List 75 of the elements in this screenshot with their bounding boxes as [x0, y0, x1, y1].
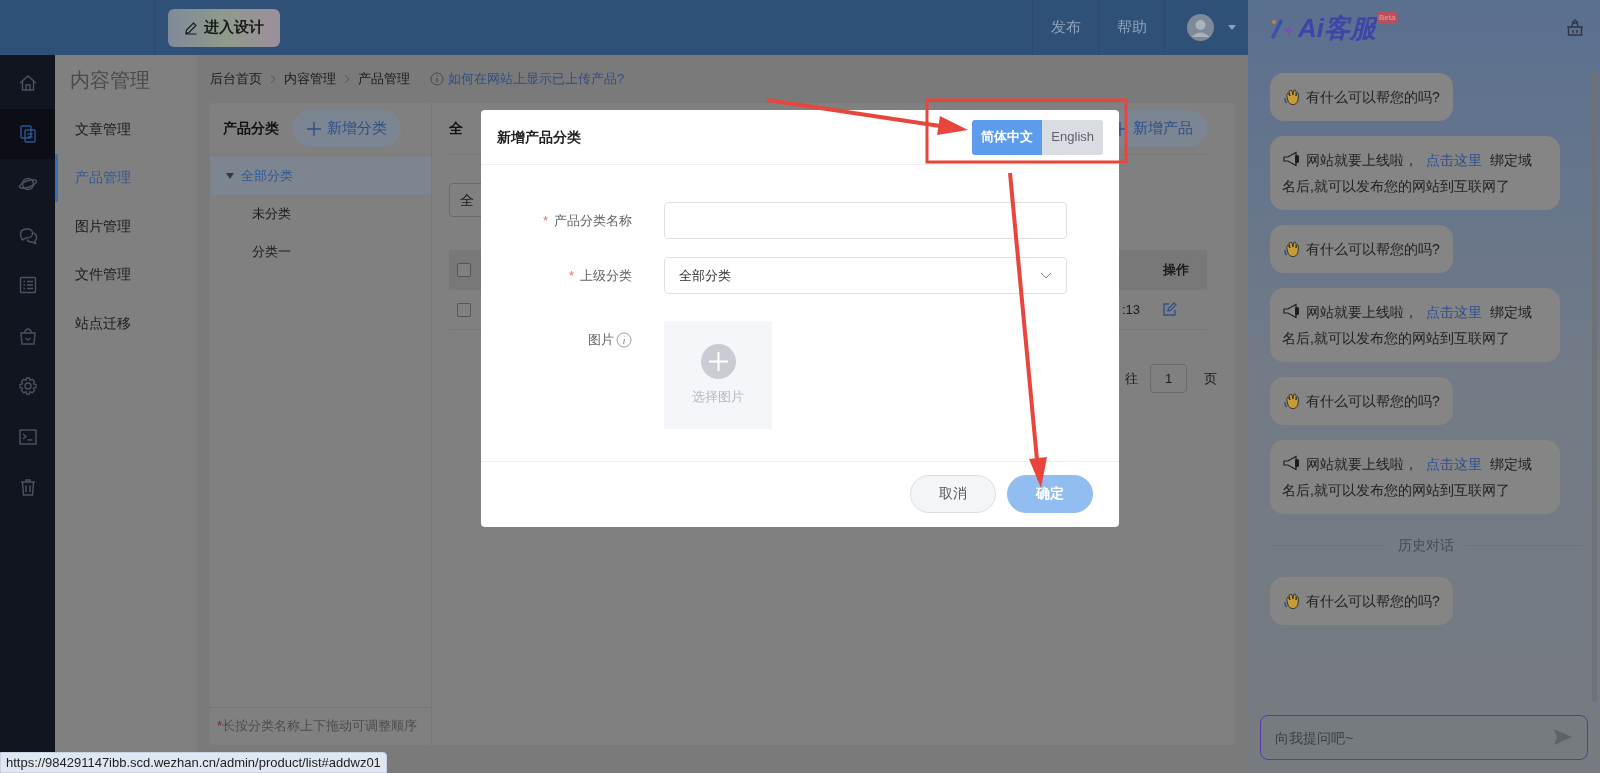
megaphone-icon [1282, 454, 1300, 472]
chevron-icon [270, 74, 276, 84]
waving-hand-icon [1283, 392, 1301, 410]
sidebar-item[interactable]: 站点迁移 [55, 299, 197, 348]
nav-link[interactable]: 帮助 [1098, 0, 1164, 55]
chat-message: 有什么可以帮您的吗? [1306, 87, 1440, 107]
pencil-icon [184, 20, 198, 35]
chat-link[interactable]: 点击这里 [1426, 152, 1482, 168]
send-icon [1554, 729, 1572, 745]
home-icon [17, 73, 38, 94]
caret-down-icon [226, 173, 234, 179]
required-mark: * [568, 266, 574, 285]
chat-message: 网站就要上线啦， 点击这里 绑定域名后,就可以发布您的网站到互联网了 [1282, 453, 1533, 500]
bag-icon [17, 325, 38, 346]
chat-message: 网站就要上线啦， 点击这里 绑定域名后,就可以发布您的网站到互联网了 [1282, 149, 1533, 196]
info-icon [616, 331, 632, 348]
list-icon [17, 275, 38, 296]
pagination-label: 往 [1125, 369, 1138, 388]
terminal-icon [17, 426, 38, 447]
clear-icon [1566, 19, 1584, 36]
nav-link[interactable]: 发布 [1032, 0, 1098, 55]
add-category-button[interactable]: 新增分类 [293, 110, 401, 147]
chat-message: 有什么可以帮您的吗? [1306, 391, 1440, 411]
chevron-down-icon [1040, 272, 1052, 279]
info-icon [430, 72, 444, 86]
cancel-button[interactable]: 取消 [910, 474, 996, 513]
caret-icon [1228, 25, 1236, 30]
sidebar-item[interactable]: 图片管理 [55, 202, 197, 251]
required-mark: * [542, 211, 548, 230]
chat-message: 网站就要上线啦， 点击这里 绑定域名后,就可以发布您的网站到互联网了 [1282, 301, 1533, 348]
chat-message: 有什么可以帮您的吗? [1306, 239, 1440, 259]
dialog-title: 新增产品分类 [497, 127, 581, 147]
waving-hand-icon [1283, 240, 1301, 258]
sidebar-item[interactable]: 文章管理 [55, 105, 197, 154]
design-button[interactable]: 进入设计 [168, 8, 280, 47]
pages-icon [17, 123, 38, 144]
page-field[interactable]: 1 [1150, 364, 1187, 393]
field-label: 图片 [588, 330, 614, 349]
tree-item[interactable]: 未分类 [210, 195, 431, 233]
table-cell-text: :13 [1121, 300, 1140, 319]
edit-icon [1162, 302, 1177, 317]
pagination-label: 页 [1204, 369, 1217, 388]
panel-title: 产品分类 [223, 119, 279, 138]
status-url: https://984291147ibb.scd.wezhan.cn/admin/product/list#addwz01 [0, 752, 387, 773]
sparkle-logo-icon [1270, 16, 1296, 39]
settings-icon [17, 376, 38, 397]
breadcrumb-link[interactable]: 内容管理 [284, 69, 336, 89]
chat-message: 有什么可以帮您的吗? [1306, 591, 1440, 611]
text-field[interactable] [664, 202, 1067, 239]
waving-hand-icon [1283, 592, 1301, 610]
plus-icon [307, 121, 321, 136]
plus-icon [700, 343, 736, 379]
chat-link[interactable]: 点击这里 [1426, 456, 1482, 472]
select-field[interactable]: 全部分类 [664, 257, 1067, 294]
megaphone-icon [1282, 302, 1300, 320]
waving-hand-icon [1283, 88, 1301, 106]
field-label: 上级分类 [580, 266, 632, 285]
scrollbar[interactable] [1592, 72, 1597, 702]
avatar-icon [1187, 14, 1214, 41]
sidebar-item[interactable]: 文件管理 [55, 250, 197, 299]
chevron-icon [344, 74, 350, 84]
language-tab[interactable]: English [1042, 119, 1103, 155]
language-tab[interactable]: 简体中文 [972, 119, 1043, 155]
column-header: 操作 [1163, 261, 1189, 280]
megaphone-icon [1282, 150, 1300, 168]
chat-link[interactable]: 点击这里 [1426, 304, 1482, 320]
breadcrumb-link[interactable]: 产品管理 [358, 69, 410, 89]
checkbox[interactable] [457, 302, 471, 317]
breadcrumb-link[interactable]: 后台首页 [210, 69, 262, 89]
checkbox[interactable] [457, 263, 471, 277]
panel-title: 全 [449, 119, 463, 138]
field-label: 产品分类名称 [554, 211, 632, 230]
rail-button[interactable] [0, 108, 55, 159]
beta-badge: Beta [1377, 12, 1398, 24]
chat-input-field[interactable]: 向我提问吧~ [1260, 715, 1588, 760]
